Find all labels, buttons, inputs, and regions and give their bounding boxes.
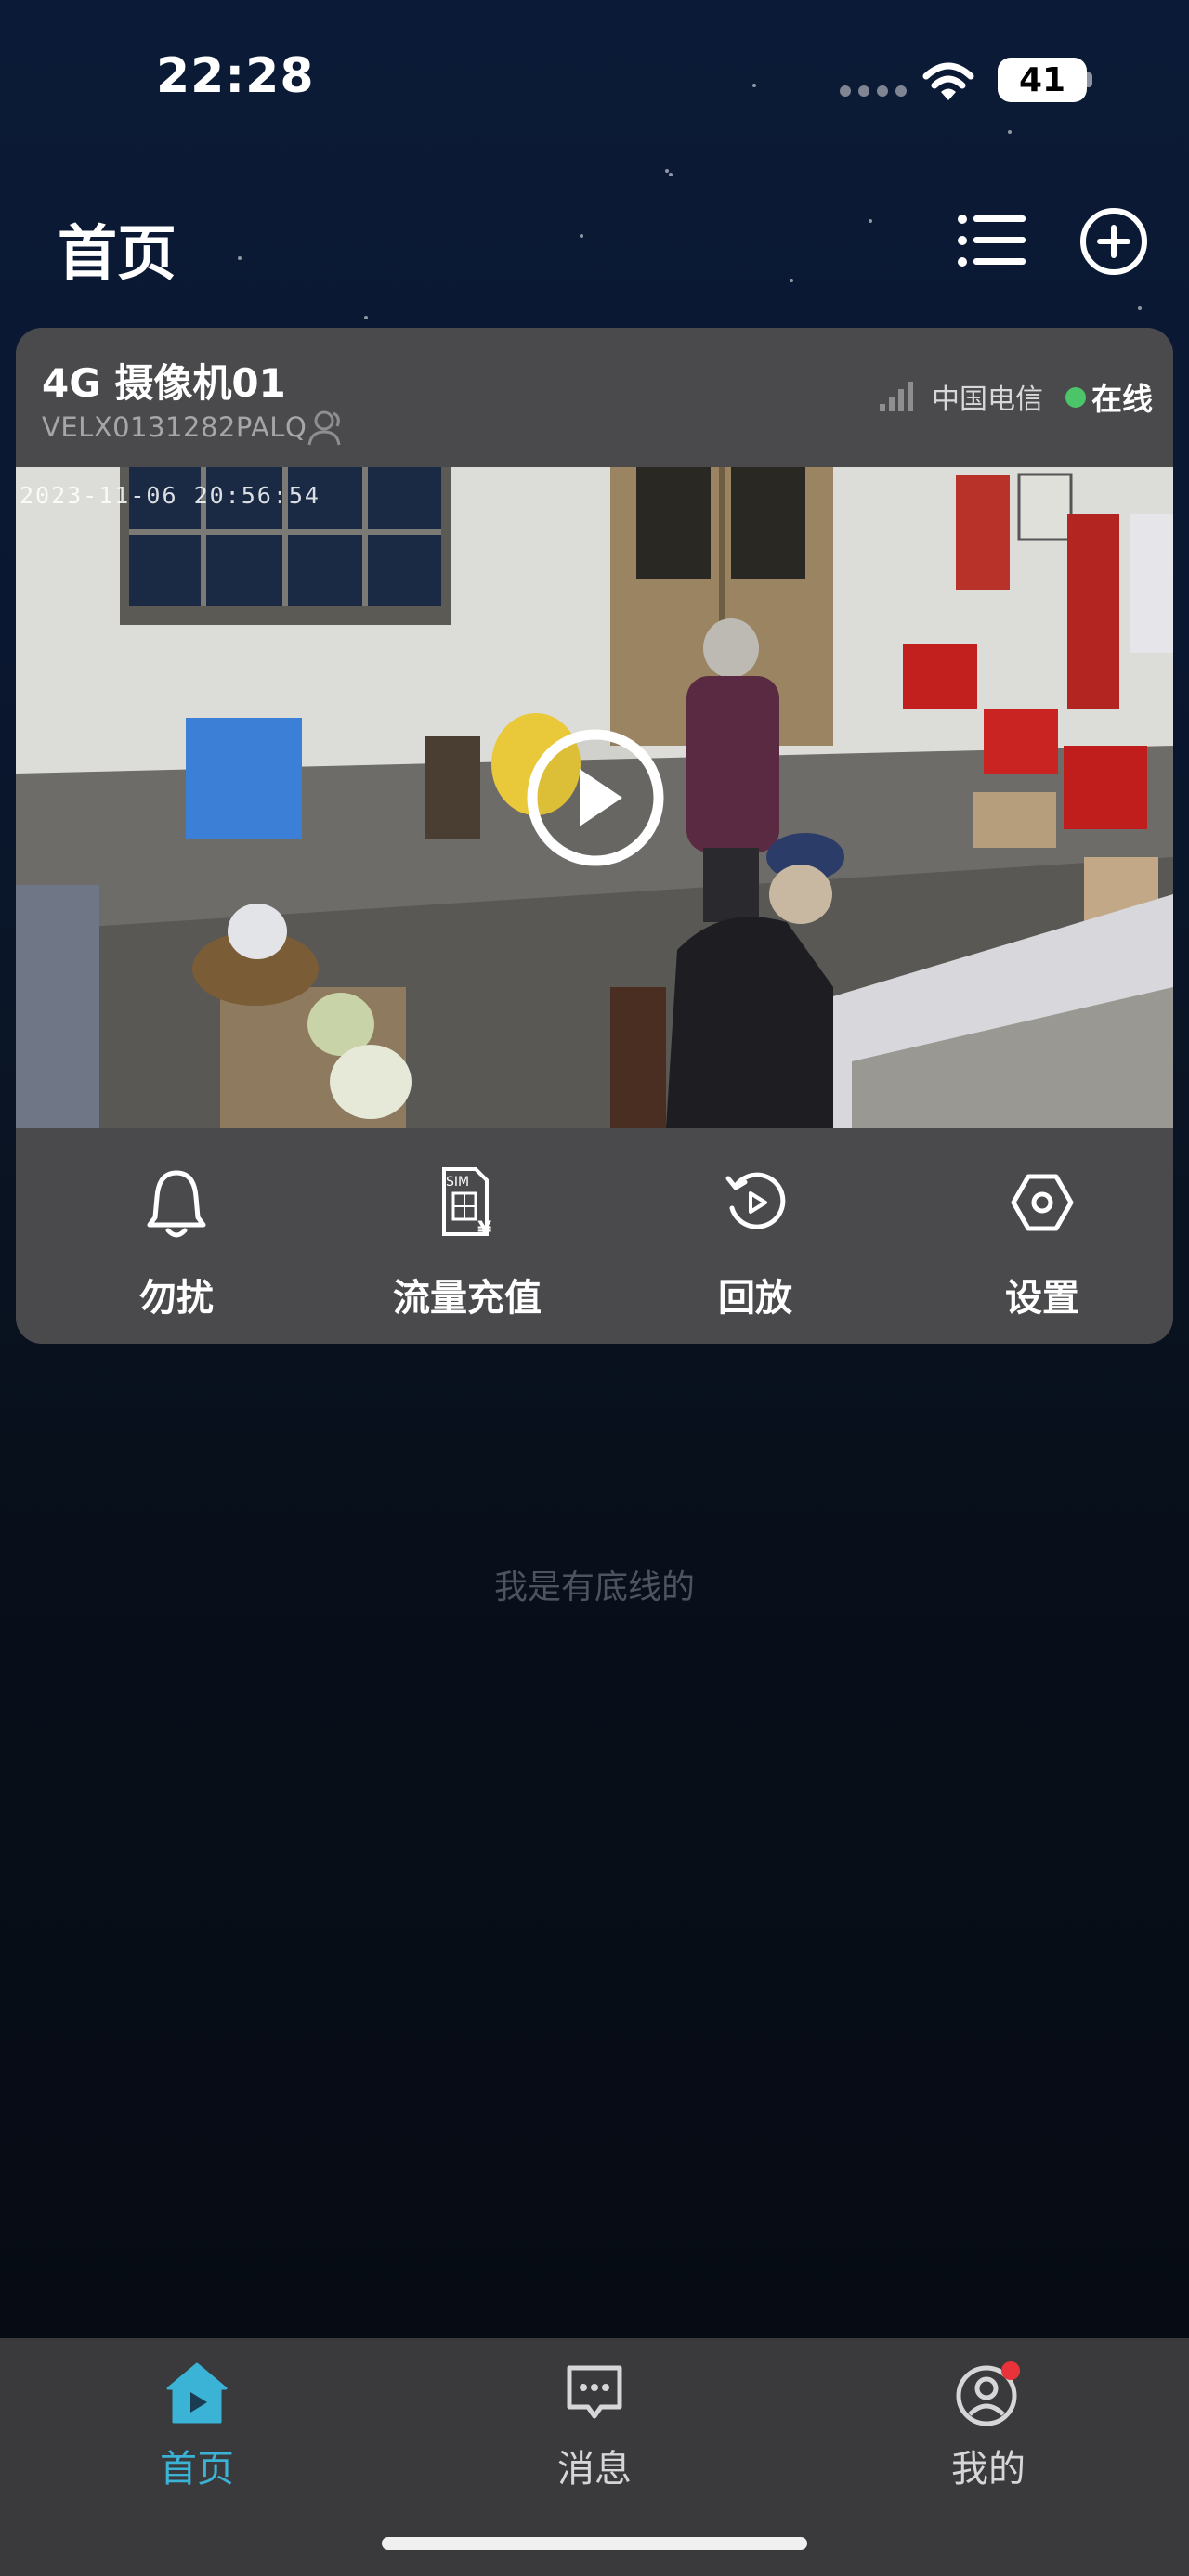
message-icon bbox=[567, 2365, 622, 2419]
sim-card-recharge-icon: SIM ¥ bbox=[442, 1167, 492, 1240]
video-timestamp: 2023-11-06 20:56:54 bbox=[20, 482, 320, 509]
action-label: 回放 bbox=[718, 1277, 792, 1320]
do-not-disturb-button[interactable]: 勿扰 bbox=[65, 1128, 288, 1344]
tab-label: 我的 bbox=[951, 2448, 1026, 2491]
action-label: 流量充值 bbox=[393, 1277, 542, 1320]
profile-icon bbox=[956, 2361, 1020, 2426]
tab-home[interactable]: 首页 bbox=[58, 2338, 336, 2524]
settings-button[interactable]: 设置 bbox=[931, 1128, 1154, 1344]
online-status-text: 在线 bbox=[1091, 381, 1153, 417]
add-circle-icon[interactable] bbox=[1078, 206, 1149, 277]
action-label: 设置 bbox=[1005, 1277, 1079, 1320]
wifi-icon bbox=[922, 62, 974, 100]
cellular-signal-icon bbox=[880, 382, 913, 411]
device-name: 4G 摄像机01 bbox=[42, 360, 286, 406]
tab-profile[interactable]: 我的 bbox=[849, 2338, 1128, 2524]
home-indicator[interactable] bbox=[382, 2537, 807, 2550]
bell-icon bbox=[147, 1170, 206, 1238]
camera-video-preview[interactable]: 2023-11-06 20:56:54 bbox=[16, 467, 1173, 1128]
status-time: 22:28 bbox=[156, 48, 315, 104]
end-of-list-note: 我是有底线的 bbox=[111, 1553, 1078, 1608]
play-icon[interactable] bbox=[526, 728, 665, 867]
svg-text:¥: ¥ bbox=[477, 1218, 492, 1240]
data-recharge-button[interactable]: SIM ¥ 流量充值 bbox=[356, 1128, 579, 1344]
device-action-bar: 勿扰 SIM ¥ 流量充值 回放 设置 bbox=[16, 1128, 1173, 1344]
tab-messages[interactable]: 消息 bbox=[455, 2338, 734, 2524]
online-status-dot bbox=[1065, 387, 1086, 408]
playback-button[interactable]: 回放 bbox=[644, 1128, 867, 1344]
status-bar: 22:28 41 bbox=[0, 0, 1189, 158]
carrier-name: 中国电信 bbox=[932, 384, 1043, 416]
device-card[interactable]: 4G 摄像机01 VELX0131282PALQ 中国电信 在线 2023-11… bbox=[16, 328, 1173, 1344]
signal-dots-icon bbox=[840, 85, 907, 97]
device-serial: VELX0131282PALQ bbox=[42, 411, 307, 443]
battery-nub bbox=[1087, 72, 1092, 87]
hexagon-settings-icon bbox=[1011, 1174, 1074, 1231]
action-label: 勿扰 bbox=[139, 1277, 214, 1320]
notification-badge bbox=[1001, 2361, 1020, 2380]
tab-label: 消息 bbox=[557, 2448, 632, 2491]
tab-label: 首页 bbox=[160, 2448, 234, 2491]
svg-text:SIM: SIM bbox=[446, 1175, 469, 1190]
end-of-list-text: 我是有底线的 bbox=[493, 1568, 695, 1607]
battery-icon: 41 bbox=[998, 58, 1087, 102]
playback-icon bbox=[725, 1172, 786, 1229]
shared-users-icon[interactable] bbox=[306, 406, 348, 449]
page-title: 首页 bbox=[58, 220, 176, 289]
list-icon[interactable] bbox=[957, 212, 1027, 269]
home-icon bbox=[166, 2362, 228, 2424]
